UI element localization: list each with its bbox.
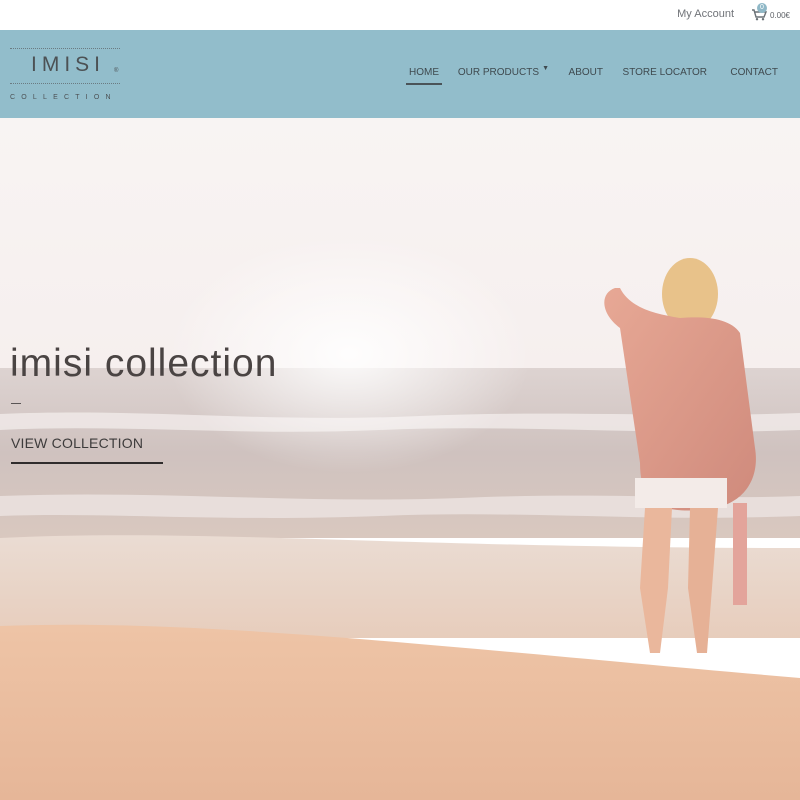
nav-our-products[interactable]: OUR PRODUCTS — [458, 67, 539, 78]
view-collection-underline — [11, 462, 163, 464]
view-collection-button[interactable]: VIEW COLLECTION — [11, 435, 143, 451]
logo-top-rule — [10, 48, 120, 49]
nav-store-locator[interactable]: STORE LOCATOR — [623, 67, 707, 78]
site-header: IMISI ® COLLECTION HOME OUR PRODUCTS ▼ A… — [0, 30, 800, 118]
top-bar: My Account 0 0.00€ — [0, 0, 800, 30]
nav-home[interactable]: HOME — [406, 67, 442, 85]
hero-title: imisi collection — [10, 342, 278, 385]
logo-wordmark: IMISI — [31, 53, 106, 76]
logo-tagline: COLLECTION — [10, 94, 117, 101]
hero-divider — [11, 403, 21, 404]
nav-about[interactable]: ABOUT — [569, 67, 603, 78]
cart-icon: 0 — [751, 3, 768, 21]
nav-contact[interactable]: CONTACT — [730, 67, 778, 78]
cart-button[interactable]: 0 0.00€ — [751, 3, 790, 24]
logo-bottom-rule — [10, 83, 120, 84]
site-logo[interactable]: IMISI ® COLLECTION — [10, 46, 122, 102]
my-account-link[interactable]: My Account — [677, 8, 734, 20]
cart-total: 0.00€ — [769, 11, 790, 20]
chevron-down-icon: ▼ — [542, 65, 549, 72]
hero-banner: imisi collection VIEW COLLECTION — [0, 118, 800, 800]
cart-count-badge: 0 — [756, 3, 767, 13]
logo-registered-mark: ® — [114, 68, 119, 74]
hero-background-image — [0, 118, 800, 800]
